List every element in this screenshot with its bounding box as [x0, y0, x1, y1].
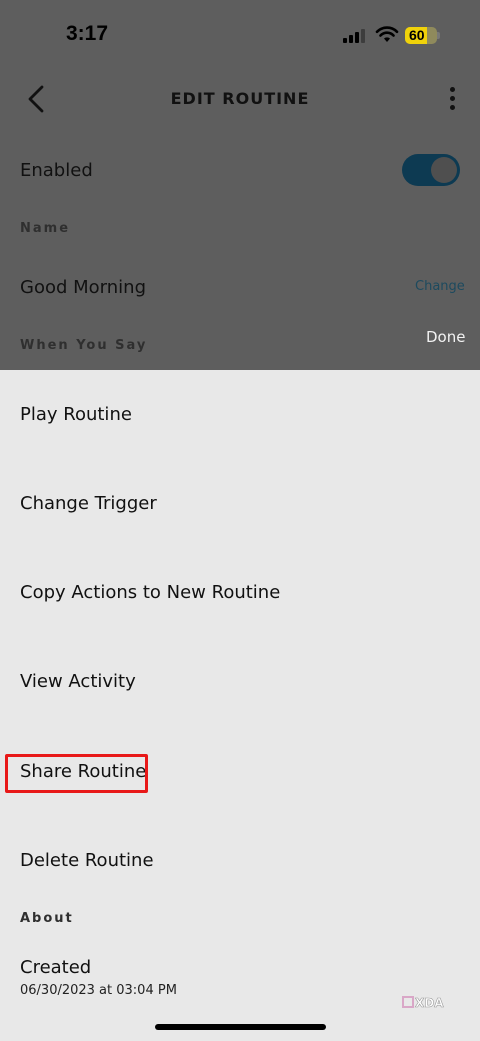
menu-item-copy-actions[interactable]: Copy Actions to New Routine [20, 582, 280, 603]
about-section-label: About [20, 911, 74, 926]
menu-item-delete-routine[interactable]: Delete Routine [20, 850, 154, 871]
battery-icon: 60 [405, 27, 437, 44]
change-name-link[interactable]: Change [415, 279, 465, 294]
dimmed-background [0, 0, 480, 370]
created-label: Created [20, 957, 92, 978]
home-indicator[interactable] [155, 1024, 326, 1030]
cellular-signal-icon [343, 29, 365, 43]
page-title: EDIT ROUTINE [170, 89, 310, 108]
toggle-knob [431, 157, 457, 183]
menu-item-play-routine[interactable]: Play Routine [20, 404, 132, 425]
menu-item-view-activity[interactable]: View Activity [20, 671, 136, 692]
xda-watermark-logo: XDA [402, 996, 445, 1010]
action-sheet [0, 370, 480, 1041]
enabled-toggle[interactable] [402, 154, 460, 186]
status-time: 3:17 [66, 22, 109, 45]
name-section-label: Name [20, 221, 71, 236]
created-date: 06/30/2023 at 03:04 PM [20, 983, 177, 998]
highlight-box [5, 754, 148, 793]
done-button[interactable]: Done [426, 328, 465, 346]
menu-item-change-trigger[interactable]: Change Trigger [20, 493, 157, 514]
routine-name: Good Morning [20, 277, 146, 298]
wifi-icon [375, 26, 399, 42]
more-options-icon[interactable] [444, 84, 462, 114]
when-you-say-section-label: When You Say [20, 338, 148, 353]
watermark-text: XDA [415, 996, 444, 1010]
enabled-label: Enabled [20, 160, 93, 181]
battery-level: 60 [409, 27, 425, 43]
battery-nub [437, 32, 440, 39]
